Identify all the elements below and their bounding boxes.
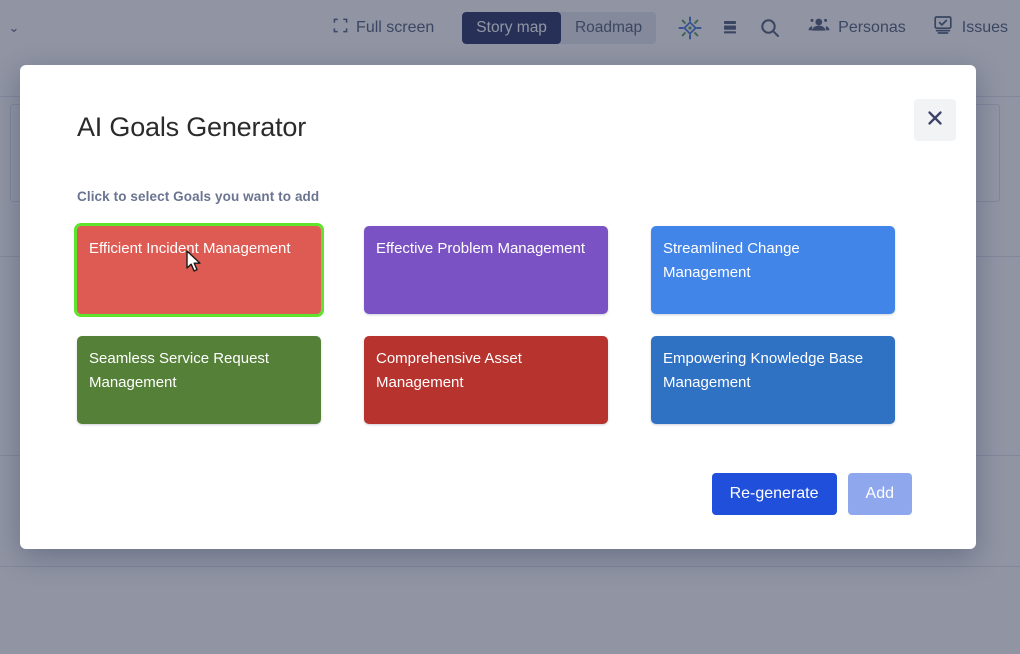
ai-goals-generator-dialog: AI Goals Generator Click to select Goals… <box>20 65 976 549</box>
dialog-actions: Re-generate Add <box>712 473 912 515</box>
regenerate-button[interactable]: Re-generate <box>712 473 837 515</box>
goal-card[interactable]: Comprehensive Asset Management <box>364 336 608 424</box>
screen: ⌄ Full screen Story map Roadmap <box>0 0 1020 654</box>
add-button[interactable]: Add <box>848 473 912 515</box>
goal-card[interactable]: Empowering Knowledge Base Management <box>651 336 895 424</box>
goal-card[interactable]: Streamlined Change Management <box>651 226 895 314</box>
goal-card-grid: Efficient Incident Management Effective … <box>77 226 936 424</box>
dialog-subtitle: Click to select Goals you want to add <box>77 189 936 204</box>
goal-card[interactable]: Seamless Service Request Management <box>77 336 321 424</box>
close-button[interactable] <box>914 99 956 141</box>
goal-card[interactable]: Effective Problem Management <box>364 226 608 314</box>
page-title: AI Goals Generator <box>77 113 936 143</box>
goal-card[interactable]: Efficient Incident Management <box>77 226 321 314</box>
close-icon <box>925 108 945 133</box>
